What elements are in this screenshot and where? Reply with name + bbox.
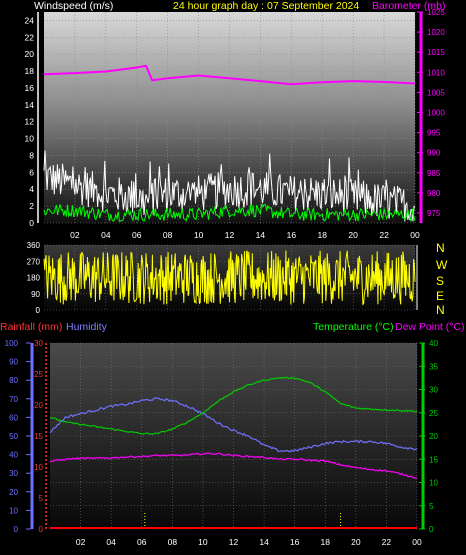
humidity-y-tick-label: 20 <box>9 488 18 497</box>
humidity-y-tick-label: 70 <box>9 395 18 404</box>
x-tick-label: 12 <box>229 537 239 547</box>
temp-y-tick-label: 5 <box>429 502 434 511</box>
wind-y-tick-label: 24 <box>25 15 35 25</box>
rain-y-tick-label: 5 <box>39 494 44 503</box>
humidity-y-tick-label: 80 <box>9 376 18 385</box>
baro-y-tick-label: 975 <box>427 209 441 218</box>
temp-y-tick-label: 20 <box>429 432 438 441</box>
wind-y-tick-label: 20 <box>25 49 35 59</box>
compass-label-north: N <box>436 241 445 255</box>
humidity-y-tick-label: 90 <box>9 358 18 367</box>
x-tick-label: 20 <box>351 537 361 547</box>
temp-y-tick-label: 35 <box>429 362 438 371</box>
wind-y-tick-label: 22 <box>25 32 35 42</box>
x-tick-label: 02 <box>76 537 86 547</box>
dewpoint-label: Dew Point (°C) <box>395 321 465 333</box>
x-tick-label: 14 <box>259 537 269 547</box>
dir-y-tick-label: 90 <box>31 290 40 299</box>
rain-y-tick-label: 25 <box>34 370 43 379</box>
x-tick-label: 10 <box>198 537 208 547</box>
compass-label-east: E <box>436 289 444 303</box>
humidity-y-tick-label: 30 <box>9 469 18 478</box>
wind-y-tick-label: 6 <box>29 167 34 177</box>
x-tick-label: 06 <box>137 537 147 547</box>
x-tick-label: 16 <box>290 537 300 547</box>
dir-y-tick-label: 360 <box>27 241 41 250</box>
x-tick-label: 10 <box>194 230 204 240</box>
x-tick-label: 02 <box>70 230 80 240</box>
baro-y-tick-label: 995 <box>427 129 441 138</box>
baro-y-tick-label: 1010 <box>427 68 445 77</box>
baro-y-tick-label: 1015 <box>427 48 445 57</box>
page-title: 24 hour graph day : 07 September 2024 <box>173 0 359 12</box>
temp-y-tick-label: 30 <box>429 386 438 395</box>
humidity-y-tick-label: 50 <box>9 432 18 441</box>
dir-y-tick-label: 0 <box>36 306 41 315</box>
rain-y-tick-label: 30 <box>34 339 43 348</box>
humidity-label: Humidity <box>66 321 108 333</box>
humidity-y-tick-label: 10 <box>9 506 18 515</box>
baro-y-tick-label: 1005 <box>427 88 445 97</box>
dir-y-tick-label: 180 <box>27 274 41 283</box>
rain-y-tick-label: 15 <box>34 432 43 441</box>
baro-y-tick-label: 1020 <box>427 28 445 37</box>
wind-y-tick-label: 16 <box>25 83 35 93</box>
temperature-label: Temperature (°C) <box>313 321 394 333</box>
x-tick-label: 22 <box>382 537 392 547</box>
temp-y-tick-label: 0 <box>429 525 434 534</box>
wind-y-tick-label: 14 <box>25 100 35 110</box>
compass-label-south: S <box>436 274 444 288</box>
temp-y-tick-label: 10 <box>429 479 438 488</box>
x-tick-label: 00 <box>410 230 420 240</box>
rainfall-label: Rainfall (mm) <box>0 321 62 333</box>
windspeed-label: Windspeed (m/s) <box>34 0 113 12</box>
baro-y-tick-label: 1000 <box>427 108 445 117</box>
humidity-y-tick-label: 0 <box>14 525 19 534</box>
dir-y-tick-label: 270 <box>27 257 41 266</box>
wind-y-tick-label: 4 <box>29 184 34 194</box>
wind-y-tick-label: 10 <box>25 134 35 144</box>
rain-y-tick-label: 10 <box>34 463 43 472</box>
x-tick-label: 04 <box>101 230 111 240</box>
x-tick-label: 14 <box>256 230 266 240</box>
temp-y-tick-label: 25 <box>429 409 438 418</box>
baro-y-tick-label: 1025 <box>427 8 445 17</box>
x-tick-label: 08 <box>168 537 178 547</box>
wind-y-tick-label: 18 <box>25 66 35 76</box>
wind-y-tick-label: 8 <box>29 150 34 160</box>
wind-y-tick-label: 0 <box>29 218 34 228</box>
x-tick-label: 20 <box>348 230 358 240</box>
wind-y-tick-label: 12 <box>25 117 35 127</box>
temp-y-tick-label: 40 <box>429 339 438 348</box>
baro-y-tick-label: 990 <box>427 149 441 158</box>
baro-y-tick-label: 985 <box>427 169 441 178</box>
compass-label-north-bottom: N <box>436 303 445 317</box>
x-tick-label: 18 <box>321 537 331 547</box>
wind-y-tick-label: 2 <box>29 201 34 211</box>
x-tick-label: 16 <box>287 230 297 240</box>
baro-y-tick-label: 980 <box>427 189 441 198</box>
x-tick-label: 06 <box>132 230 142 240</box>
x-tick-label: 00 <box>412 537 422 547</box>
temp-y-tick-label: 15 <box>429 455 438 464</box>
humidity-y-tick-label: 40 <box>9 451 18 460</box>
rain-y-tick-label: 0 <box>39 525 44 534</box>
rain-y-tick-label: 20 <box>34 401 43 410</box>
x-tick-label: 22 <box>379 230 389 240</box>
x-tick-label: 18 <box>318 230 328 240</box>
x-tick-label: 12 <box>225 230 235 240</box>
weather-graph: Windspeed (m/s) 24 hour graph day : 07 S… <box>0 0 465 547</box>
x-tick-label: 08 <box>163 230 173 240</box>
compass-label-west: W <box>436 258 448 272</box>
x-tick-label: 04 <box>106 537 116 547</box>
humidity-y-tick-label: 60 <box>9 413 18 422</box>
humidity-y-tick-label: 100 <box>5 339 19 348</box>
